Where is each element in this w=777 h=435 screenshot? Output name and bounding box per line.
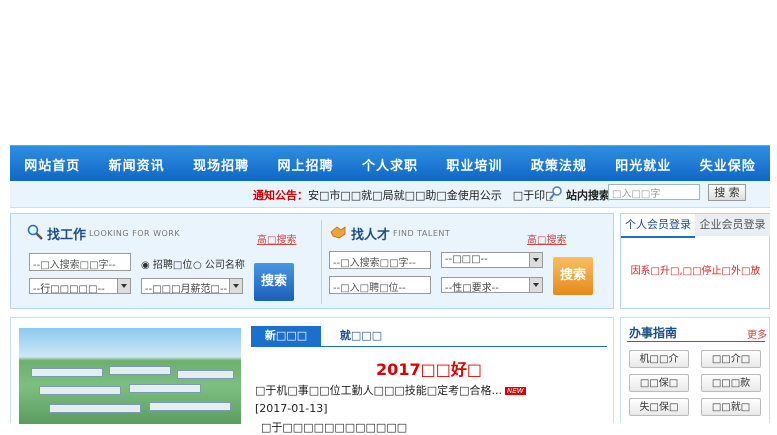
talent-position-input[interactable]: --□入□聘□位--: [329, 276, 431, 294]
news-headline[interactable]: 2017□□好□: [251, 356, 607, 380]
radio-company-name[interactable]: ○ 公司名称: [193, 256, 245, 271]
nav-item-home[interactable]: 网站首页: [10, 155, 94, 174]
nav-item-sunshine-employment[interactable]: 阳光就业: [601, 155, 685, 174]
nav-item-online-recruit[interactable]: 网上招聘: [263, 155, 347, 174]
nav-item-news[interactable]: 新闻资讯: [94, 155, 178, 174]
find-work-advanced-link[interactable]: 高□搜索: [257, 231, 296, 246]
tab-personal-login[interactable]: 个人会员登录: [621, 214, 695, 238]
talent-icon: [329, 224, 347, 243]
tab-employment-news[interactable]: 就□□□: [331, 326, 391, 346]
notice-bar: 通知公告： 安□市□□就□局就□□助□金使用公示 □于印□安□市□取失□□ 站内…: [10, 181, 770, 208]
guide-button[interactable]: □□□款: [701, 374, 761, 392]
magnifier-icon: [549, 186, 563, 200]
find-talent-subtitle: FIND TALENT: [393, 229, 451, 238]
find-work-title: 找工作: [47, 228, 87, 243]
industrial-park-photo: [19, 328, 241, 424]
find-work-keyword-input[interactable]: --□入搜索□□字--: [29, 253, 131, 271]
find-talent-keyword-input[interactable]: --□入搜索□□字--: [329, 251, 431, 269]
news-section: 新□□□ 就□□□ 2017□□好□ □于机□事□□位工勤人□□□技能□定考□合…: [10, 317, 614, 434]
notice-marquee[interactable]: 安□市□□就□局就□□助□金使用公示 □于印□安□市□取失□□: [308, 187, 553, 203]
find-talent-title: 找人才: [351, 228, 391, 243]
nav-item-onsite-recruit[interactable]: 现场招聘: [179, 155, 263, 174]
service-guide-box: 办事指南 更多 机□□介 □□介□ □□保□ □□□款 失□保□ □□就□: [620, 317, 770, 423]
talent-category-select[interactable]: --□□□--: [441, 252, 543, 268]
news-item-date: [2017-01-13]: [255, 402, 328, 415]
nav-item-job-seeking[interactable]: 个人求职: [348, 155, 432, 174]
gender-select[interactable]: --性□要求--: [441, 277, 543, 293]
panel-divider: [321, 220, 322, 304]
main-nav: 网站首页 新闻资讯 现场招聘 网上招聘 个人求职 职业培训 政策法规 阳光就业 …: [10, 145, 770, 182]
guide-button[interactable]: 失□保□: [629, 398, 689, 416]
guide-button[interactable]: 机□□介: [629, 350, 689, 368]
find-work-subtitle: LOOKING FOR WORK: [89, 229, 181, 238]
tab-company-login[interactable]: 企业会员登录: [695, 214, 770, 236]
login-box: 个人会员登录 企业会员登录 因系□升□,□□停止□外□放: [620, 213, 770, 309]
find-talent-advanced-link[interactable]: 高□搜索: [527, 231, 566, 246]
industry-select[interactable]: --行□□□□□--: [29, 278, 131, 294]
tab-news[interactable]: 新□□□: [251, 326, 321, 346]
radio-position[interactable]: ◉ 招聘□位: [141, 256, 192, 271]
login-maintenance-message: 因系□升□,□□停止□外□放: [630, 266, 761, 277]
nav-item-training[interactable]: 职业培训: [432, 155, 516, 174]
salary-select[interactable]: --□□□月薪范□--: [141, 278, 243, 294]
tab-underline: [251, 346, 607, 347]
site-search-input[interactable]: □入□□字: [608, 184, 700, 200]
site-search-button[interactable]: 搜 索: [708, 184, 746, 201]
guide-divider: [627, 341, 765, 342]
find-work-search-button[interactable]: 搜索: [254, 263, 294, 301]
new-badge: NEW: [505, 387, 526, 395]
search-panels: 找工作 LOOKING FOR WORK 高□搜索 --□入搜索□□字-- ◉ …: [10, 213, 614, 309]
search-work-icon: [27, 224, 43, 243]
guide-more-link[interactable]: 更多: [747, 326, 767, 341]
news-item[interactable]: □于□□□□□□□□□□□□: [261, 419, 407, 435]
guide-title: 办事指南: [629, 326, 678, 340]
news-item[interactable]: □于机□事□□位工勤人□□□技能□定考□合格... NEW: [255, 382, 526, 398]
guide-button[interactable]: □□保□: [629, 374, 689, 392]
nav-item-policy[interactable]: 政策法规: [517, 155, 601, 174]
find-talent-search-button[interactable]: 搜索: [553, 257, 593, 295]
guide-button[interactable]: □□就□: [701, 398, 761, 416]
nav-item-unemployment-insurance[interactable]: 失业保险: [686, 155, 770, 174]
notice-label: 通知公告：: [253, 189, 308, 202]
guide-button[interactable]: □□介□: [701, 350, 761, 368]
